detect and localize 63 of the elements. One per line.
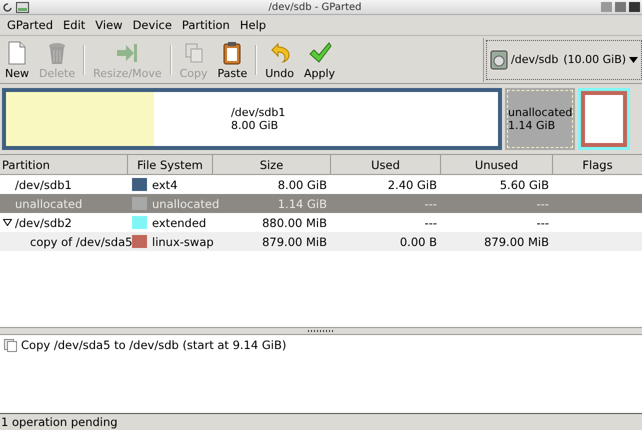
partition-name: unallocated <box>15 196 82 210</box>
swirl-icon[interactable] <box>2 2 13 12</box>
column-header[interactable]: File System <box>128 155 213 174</box>
column-header[interactable]: Unused <box>441 155 553 174</box>
device-name: /dev/sdb <box>511 53 558 66</box>
filesystem-name: ext4 <box>152 178 178 192</box>
unused-cell: 879.00 MiB <box>484 234 549 248</box>
device-selector[interactable]: /dev/sdb (10.00 GiB) <box>486 40 642 80</box>
size-cell: 8.00 GiB <box>278 178 327 192</box>
menu-item[interactable]: Edit <box>58 18 90 32</box>
undo-arrow-icon <box>268 41 291 65</box>
partition-row[interactable]: /dev/sdb2 extended 880.00 MiB --- --- <box>0 213 642 232</box>
partition-block[interactable]: /dev/sdb1 8.00 GiB <box>2 88 502 150</box>
toolbar-button[interactable]: Apply <box>298 39 340 80</box>
status-text: 1 operation pending <box>1 415 118 429</box>
operation-text: Copy /dev/sda5 to /dev/sdb (start at 9.14 GiB) <box>21 338 286 352</box>
dropdown-caret-icon <box>629 56 638 62</box>
unallocated-block[interactable]: unallocated 1.14 GiB <box>505 88 575 150</box>
unused-cell: --- <box>536 216 549 230</box>
menu-item[interactable]: Partition <box>176 18 235 32</box>
arrow-to-bar-icon <box>115 41 140 65</box>
size-cell: 880.00 MiB <box>262 216 327 230</box>
copy-icon <box>182 41 205 65</box>
splitter-grip-icon[interactable] <box>307 330 335 332</box>
column-header[interactable]: Used <box>331 155 441 174</box>
partition-name: /dev/sdb1 <box>231 106 286 119</box>
unused-cell: 5.60 GiB <box>500 178 549 192</box>
expanded-triangle-icon[interactable] <box>3 219 12 226</box>
unallocated-label: unallocated <box>508 106 572 119</box>
menu-item[interactable]: View <box>90 18 128 32</box>
app-icon <box>16 2 29 12</box>
document-icon <box>6 41 28 65</box>
partition-size: 8.00 GiB <box>231 119 280 132</box>
operation-icon <box>4 338 17 352</box>
partition-name: /dev/sdb2 <box>15 216 72 230</box>
used-cell: 0.00 B <box>400 234 437 248</box>
used-cell: 2.40 GiB <box>388 178 437 192</box>
clipboard-icon <box>221 41 244 65</box>
toolbar-button[interactable]: Undo <box>260 39 299 80</box>
column-header[interactable]: Size <box>213 155 331 174</box>
filesystem-name: unallocated <box>152 196 220 210</box>
filesystem-name: linux-swap <box>152 234 214 248</box>
unused-cell: --- <box>536 196 549 210</box>
partition-row[interactable]: copy of /dev/sda5 linux-swap 879.00 MiB 0.00 B 879.00 MiB <box>0 232 642 251</box>
menu-item[interactable]: GParted <box>2 18 58 32</box>
filesystem-name: extended <box>152 216 206 230</box>
partition-name: copy of /dev/sda5 <box>30 234 132 248</box>
used-cell: --- <box>424 216 437 230</box>
partition-name: /dev/sdb1 <box>15 178 72 192</box>
column-header[interactable]: Partition <box>0 155 128 174</box>
menu-item[interactable]: Help <box>234 18 272 32</box>
used-cell: --- <box>424 196 437 210</box>
partition-row[interactable]: /dev/sdb1 ext4 8.00 GiB 2.40 GiB 5.60 GiB <box>0 175 642 194</box>
menu-item[interactable]: Device <box>128 18 177 32</box>
unallocated-size: 1.14 GiB <box>508 119 556 132</box>
device-size: (10.00 GiB) <box>563 53 626 66</box>
size-cell: 1.14 GiB <box>278 196 327 210</box>
checkmark-icon <box>308 41 332 65</box>
window-title: /dev/sdb - GParted <box>267 2 363 12</box>
size-cell: 879.00 MiB <box>262 234 327 248</box>
column-header[interactable]: Flags <box>553 155 642 174</box>
toolbar-button[interactable]: Paste <box>212 39 252 80</box>
toolbar-button[interactable]: New <box>0 39 34 80</box>
